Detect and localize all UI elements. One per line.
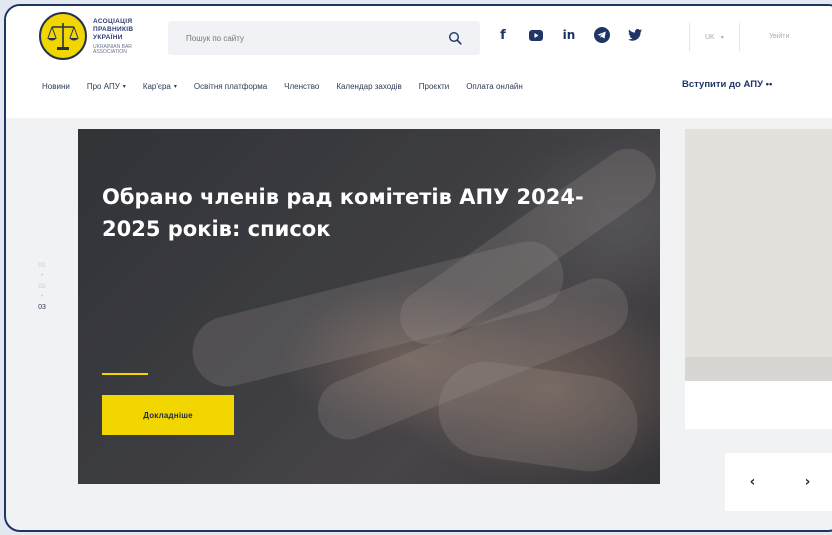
search-icon[interactable] bbox=[448, 31, 462, 45]
slide-separator: • bbox=[40, 273, 44, 279]
nav-item-about[interactable]: Про АПУ ▾ bbox=[87, 82, 126, 91]
hero-slide[interactable]: Обрано членів рад комітетів АПУ 2024-202… bbox=[78, 129, 660, 484]
nav-item-label: Освітня платформа bbox=[193, 81, 268, 91]
slide-number[interactable]: 02 bbox=[38, 283, 45, 290]
twitter-icon[interactable] bbox=[626, 26, 644, 44]
site-logo[interactable]: АСОЦІАЦІЯ ПРАВНИКІВ УКРАЇНИ UKRAINIAN BA… bbox=[39, 12, 143, 60]
nav-item-payment[interactable]: Оплата онлайн bbox=[466, 82, 523, 91]
next-slide-preview[interactable] bbox=[685, 129, 832, 429]
nav-item-career[interactable]: Кар'єра ▾ bbox=[143, 82, 177, 91]
site-header: АСОЦІАЦІЯ ПРАВНИКІВ УКРАЇНИ UKRAINIAN BA… bbox=[6, 6, 832, 118]
nav-item-label: Про АПУ bbox=[86, 81, 120, 91]
facebook-icon[interactable]: f bbox=[494, 26, 512, 44]
nav-item-label: Новини bbox=[42, 81, 70, 91]
chevron-left-icon[interactable]: ‹ bbox=[725, 474, 780, 490]
slide-number-active[interactable]: 03 bbox=[38, 304, 46, 311]
chevron-down-icon: ▾ bbox=[173, 83, 177, 90]
nav-item-membership[interactable]: Членство bbox=[284, 82, 319, 91]
chevron-right-icon[interactable]: › bbox=[780, 474, 832, 490]
nav-item-projects[interactable]: Проєкти bbox=[419, 82, 449, 91]
nav-item-calendar[interactable]: Календар заходів bbox=[336, 82, 401, 91]
next-slide-image bbox=[685, 129, 832, 381]
search-bar bbox=[168, 21, 480, 55]
logo-subtitle: UKRAINIAN BAR ASSOCIATION bbox=[93, 43, 132, 55]
nav-item-label: Кар'єра bbox=[142, 81, 171, 91]
linkedin-icon[interactable]: in bbox=[560, 26, 578, 44]
nav-item-label: Проєкти bbox=[418, 81, 450, 91]
slide-separator: • bbox=[40, 294, 44, 300]
scales-emblem-icon bbox=[39, 12, 87, 60]
slide-number[interactable]: 01 bbox=[38, 262, 45, 269]
join-button[interactable]: Вступити до АПУ •• bbox=[682, 79, 772, 90]
social-links: f in bbox=[494, 26, 644, 44]
youtube-icon[interactable] bbox=[527, 26, 545, 44]
language-selector[interactable]: UK ▾ bbox=[689, 23, 740, 51]
login-link[interactable]: Увійти bbox=[769, 33, 789, 40]
language-label: UK bbox=[705, 33, 715, 41]
read-more-button[interactable]: Докладніше bbox=[102, 395, 234, 435]
logo-title: АСОЦІАЦІЯ ПРАВНИКІВ УКРАЇНИ bbox=[93, 17, 134, 41]
chevron-down-icon: ▾ bbox=[122, 83, 126, 90]
search-input[interactable] bbox=[186, 33, 448, 43]
nav-item-label: Членство bbox=[284, 81, 320, 91]
nav-item-news[interactable]: Новини bbox=[42, 82, 70, 91]
nav-item-education[interactable]: Освітня платформа bbox=[194, 82, 267, 91]
nav-item-label: Календар заходів bbox=[336, 81, 402, 91]
nav-item-label: Оплата онлайн bbox=[466, 81, 523, 91]
browser-frame: АСОЦІАЦІЯ ПРАВНИКІВ УКРАЇНИ UKRAINIAN BA… bbox=[4, 4, 832, 532]
chevron-down-icon: ▾ bbox=[720, 34, 724, 41]
slide-pagination: 01 • 02 • 03 bbox=[36, 262, 48, 311]
hero-accent-line bbox=[102, 373, 148, 375]
main-nav: Новини Про АПУ ▾ Кар'єра ▾ Освітня платф… bbox=[42, 76, 540, 96]
telegram-icon[interactable] bbox=[593, 26, 611, 44]
hero-title[interactable]: Обрано членів рад комітетів АПУ 2024-202… bbox=[102, 181, 602, 245]
slider-arrows: ‹ › bbox=[725, 453, 832, 511]
